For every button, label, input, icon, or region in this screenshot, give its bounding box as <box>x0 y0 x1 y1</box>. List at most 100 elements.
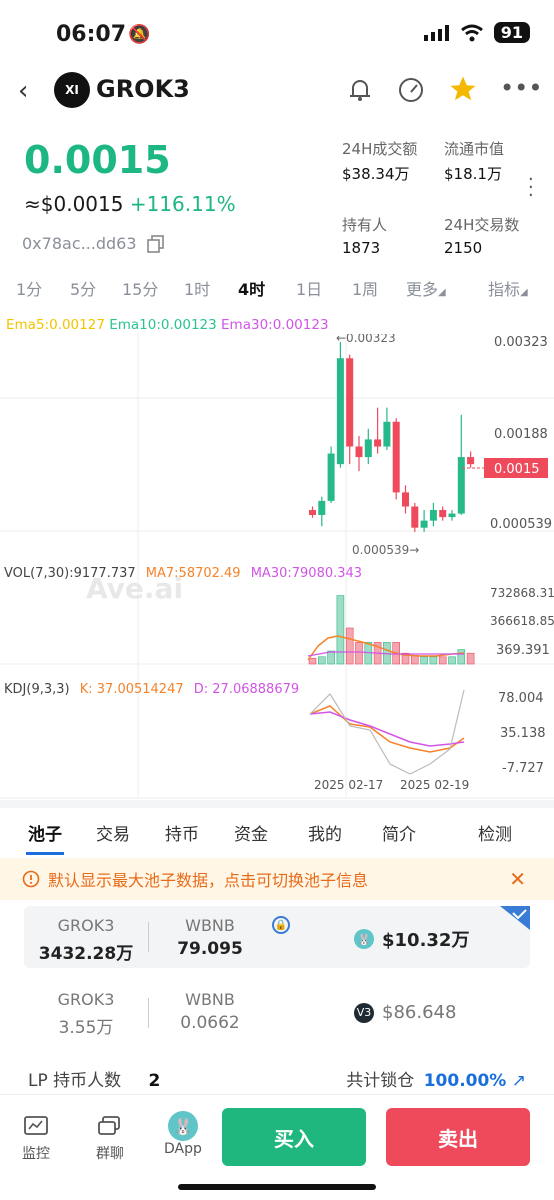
stat-value: 1873 <box>342 239 381 257</box>
pool-amount: 79.095 <box>177 939 243 959</box>
pool-notice[interactable]: 默认显示最大池子数据，点击可切换池子信息 ✕ <box>0 858 554 900</box>
candle-body <box>429 510 437 521</box>
external-link-icon[interactable]: ↗ <box>512 1071 526 1091</box>
candle-body <box>392 421 400 493</box>
tf-indicators-label: 指标 <box>488 280 521 299</box>
speedometer-icon[interactable] <box>397 76 425 104</box>
buy-button[interactable]: 买入 <box>222 1108 366 1166</box>
pool-card-1[interactable]: GROK3 3432.28万 WBNB 79.095 🔒 🐰 $10.32万 <box>24 906 530 968</box>
tf-more[interactable]: 更多◢ <box>406 276 446 300</box>
nav-dapp-label: DApp <box>164 1141 202 1157</box>
volume-bar <box>410 655 419 665</box>
caret-icon: ◢ <box>520 287 528 298</box>
kdj-d-label: D: 27.06888679 <box>193 682 300 697</box>
active-tab-indicator <box>26 852 64 855</box>
tab-funds[interactable]: 资金 <box>234 820 268 845</box>
tf-5m[interactable]: 5分 <box>70 276 96 300</box>
pool-token-a: GROK3 3.55万 <box>38 990 134 1038</box>
nav-dapp[interactable]: 🐰 DApp <box>164 1111 202 1157</box>
pool-card-2[interactable]: GROK3 3.55万 WBNB 0.0662 V3 $86.648 <box>24 984 530 1046</box>
lp-holders-label: LP 持币人数 <box>28 1071 122 1091</box>
price-main: 0.0015 <box>24 138 171 182</box>
y-label-low: 0.000539 <box>490 517 552 532</box>
kdj-legend: KDJ(9,3,3) K: 37.00514247 D: 27.06888679 <box>4 682 299 697</box>
ema5-label: Ema5:0.00127 <box>6 317 105 333</box>
stat-holders: 持有人 1873 <box>342 214 387 257</box>
pool-token-label: GROK3 <box>57 916 115 935</box>
volume-bar <box>429 656 438 665</box>
x-label-2: 2025 02-19 <box>400 778 469 792</box>
kdj-label: KDJ(9,3,3) <box>4 682 70 697</box>
stat-tx-count: 24H交易数 2150 <box>444 214 519 257</box>
kdj-y-label-mid: 35.138 <box>500 726 546 741</box>
stats-more-icon[interactable]: · · · <box>528 171 534 205</box>
volume-bar <box>448 656 456 665</box>
y-label-mid: 0.00188 <box>494 427 548 442</box>
chart-low-label: 0.000539→ <box>352 543 419 557</box>
section-divider <box>0 800 554 808</box>
tab-trades[interactable]: 交易 <box>96 820 130 845</box>
price-change: +116.11% <box>129 192 236 216</box>
status-icons: 91 <box>423 22 530 43</box>
tab-pool[interactable]: 池子 <box>28 820 62 845</box>
pool-value-text: $10.32万 <box>382 930 470 951</box>
tab-mine[interactable]: 我的 <box>308 820 342 845</box>
candle-body <box>402 492 409 507</box>
tab-security[interactable]: 检测 <box>478 820 512 845</box>
tf-15m[interactable]: 15分 <box>122 276 158 300</box>
candle-body <box>467 457 475 465</box>
vol-y-label-mid: 366618.851 <box>490 614 554 628</box>
pancake-icon: 🐰 <box>354 929 374 949</box>
y-label-high: 0.00323 <box>494 335 548 350</box>
stat-label: 24H成交额 <box>342 140 418 158</box>
vol-y-label-low: 369.391 <box>496 643 550 658</box>
lock-row[interactable]: 共计锁仓 100.00% ↗ <box>346 1066 526 1091</box>
tab-intro[interactable]: 简介 <box>382 820 416 845</box>
bell-icon[interactable] <box>346 76 374 104</box>
volume-bar <box>308 657 317 665</box>
price-usd: ≈$0.0015 <box>24 192 124 216</box>
pool-token-label: WBNB <box>185 916 235 935</box>
candle-body <box>355 446 363 458</box>
copy-icon[interactable] <box>146 234 165 253</box>
chat-icon <box>98 1116 120 1135</box>
pancake-icon: 🐰 <box>167 1111 198 1141</box>
ema10-label: Ema10:0.00123 <box>109 317 217 333</box>
tf-1h[interactable]: 1时 <box>184 276 210 300</box>
pool-token-b: WBNB 79.095 <box>162 916 258 959</box>
more-menu-icon[interactable]: ••• <box>500 74 542 102</box>
contract-address-row[interactable]: 0x78ac...dd63 <box>22 234 165 253</box>
close-icon[interactable]: ✕ <box>509 867 526 891</box>
tab-holders[interactable]: 持币 <box>165 820 199 845</box>
timeframe-selector: 1分 5分 15分 1时 4时 1日 1周 更多◢ 指标◢ <box>0 276 554 300</box>
back-icon[interactable]: ‹ <box>18 76 28 106</box>
volume-bar <box>327 650 335 665</box>
pool-value-text: $86.648 <box>382 1002 457 1023</box>
current-price-tag: 0.0015 <box>494 462 540 477</box>
token-name: GROK3 <box>96 75 190 103</box>
mute-bell-icon: 🔕 <box>128 24 151 45</box>
nav-group-chat[interactable]: 群聊 <box>96 1115 124 1163</box>
tf-1d[interactable]: 1日 <box>296 276 322 300</box>
tf-1m[interactable]: 1分 <box>16 276 42 300</box>
price-usd-row: ≈$0.0015 +116.11% <box>24 192 236 216</box>
candle-body <box>439 510 447 518</box>
lock-icon: 🔒 <box>272 916 290 934</box>
candle-body <box>420 520 428 528</box>
tf-1w[interactable]: 1周 <box>352 276 378 300</box>
nav-monitor[interactable]: 监控 <box>22 1115 50 1163</box>
pool-amount: 3.55万 <box>58 1018 114 1038</box>
x-label-1: 2025 02-17 <box>314 778 383 792</box>
favorite-star-icon[interactable] <box>447 74 479 104</box>
candle-body <box>346 358 354 447</box>
stat-value: $18.1万 <box>444 165 502 183</box>
sell-button[interactable]: 卖出 <box>386 1108 530 1166</box>
pool-amount: 0.0662 <box>180 1013 240 1033</box>
pancake-v3-icon: V3 <box>354 1002 374 1023</box>
stat-market-cap: 流通市值 $18.1万 <box>444 138 504 184</box>
tf-4h[interactable]: 4时 <box>238 276 265 300</box>
volume-bar <box>317 656 326 665</box>
battery-indicator: 91 <box>493 22 530 43</box>
tf-indicators[interactable]: 指标◢ <box>488 276 528 300</box>
nav-group-chat-label: 群聊 <box>96 1146 124 1162</box>
